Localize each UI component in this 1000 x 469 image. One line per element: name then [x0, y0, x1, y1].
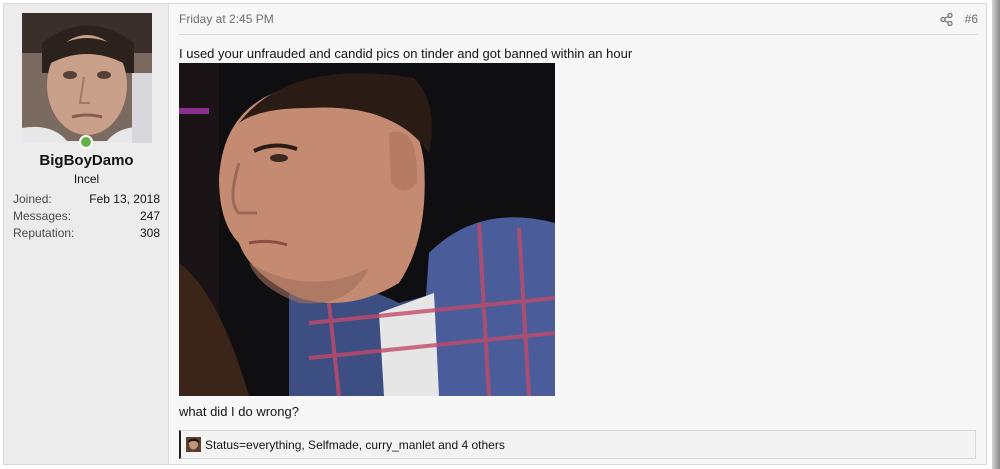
- forum-post: BigBoyDamo Incel Joined: Feb 13, 2018 Me…: [3, 3, 987, 465]
- user-info-sidebar: BigBoyDamo Incel Joined: Feb 13, 2018 Me…: [4, 4, 169, 464]
- post-text-bottom: what did I do wrong?: [179, 404, 299, 419]
- reactions-bar[interactable]: Status=everything, Selfmade, curry_manle…: [179, 430, 976, 459]
- window-edge-shadow: [992, 0, 1000, 469]
- post-main: Friday at 2:45 PM #6 I used your unfraud…: [169, 4, 986, 464]
- avatar-container[interactable]: [22, 13, 152, 149]
- stat-value: 247: [139, 209, 160, 223]
- post-image[interactable]: [179, 63, 555, 396]
- online-status-icon: [79, 135, 93, 149]
- user-title: Incel: [73, 172, 100, 186]
- stat-value: 308: [139, 226, 160, 240]
- avatar[interactable]: [22, 13, 152, 143]
- stat-joined: Joined: Feb 13, 2018: [13, 191, 160, 208]
- post-header: Friday at 2:45 PM #6: [179, 4, 978, 35]
- stat-label: Joined:: [13, 192, 52, 206]
- stat-label: Messages:: [13, 209, 72, 223]
- reaction-avatar-icon: [186, 437, 201, 452]
- share-icon[interactable]: [940, 12, 953, 26]
- post-actions: #6: [940, 12, 978, 26]
- stat-messages: Messages: 247: [13, 208, 160, 225]
- stat-reputation: Reputation: 308: [13, 225, 160, 242]
- post-date[interactable]: Friday at 2:45 PM: [179, 12, 274, 26]
- stat-value: Feb 13, 2018: [89, 192, 160, 206]
- reactions-text[interactable]: Status=everything, Selfmade, curry_manle…: [205, 438, 505, 452]
- user-stats: Joined: Feb 13, 2018 Messages: 247 Reput…: [13, 191, 160, 242]
- post-text-top: I used your unfrauded and candid pics on…: [179, 46, 633, 61]
- username[interactable]: BigBoyDamo: [4, 152, 169, 169]
- stat-label: Reputation:: [13, 226, 75, 240]
- post-number[interactable]: #6: [965, 12, 978, 26]
